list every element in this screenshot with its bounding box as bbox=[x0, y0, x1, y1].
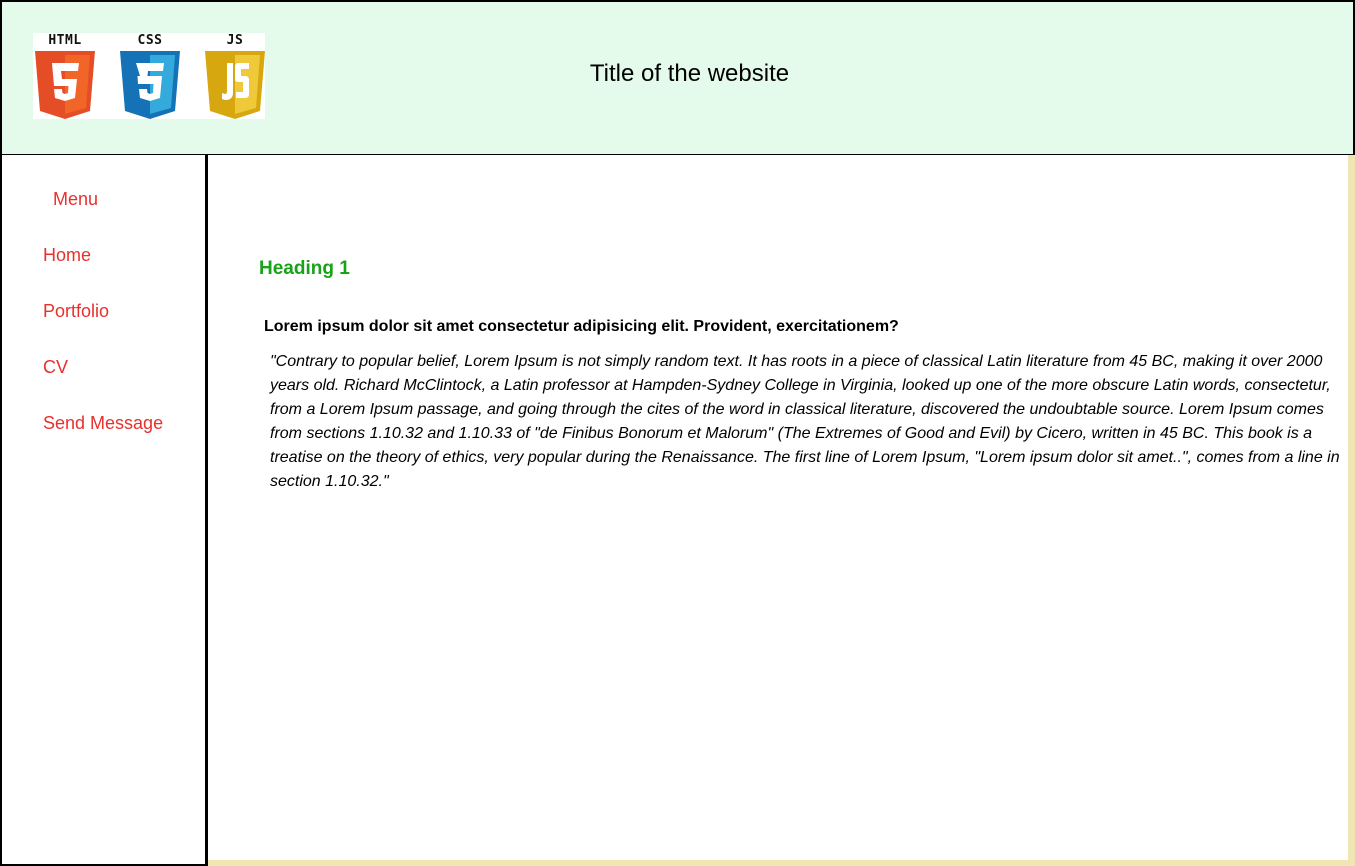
quote-paragraph: "Contrary to popular belief, Lorem Ipsum… bbox=[270, 353, 1340, 490]
site-title: Title of the website bbox=[589, 60, 790, 87]
nav-list: Home Portfolio CV Send Message bbox=[43, 245, 163, 469]
nav-item-cv[interactable]: CV bbox=[43, 357, 163, 413]
main-content: Heading 1 Lorem ipsum dolor sit amet con… bbox=[208, 155, 1355, 866]
subheading: Lorem ipsum dolor sit amet consectetur a… bbox=[264, 318, 899, 335]
heading-1: Heading 1 bbox=[259, 258, 350, 279]
menu-title: Menu bbox=[53, 189, 99, 209]
sidebar-nav: Menu Home Portfolio CV Send Message bbox=[0, 155, 208, 866]
js-logo-label: JS bbox=[226, 33, 244, 48]
nav-item-send-message[interactable]: Send Message bbox=[43, 413, 163, 469]
site-header: HTML CSS JS Title of the website bbox=[0, 0, 1355, 157]
css-logo-label: CSS bbox=[137, 33, 163, 48]
nav-item-portfolio[interactable]: Portfolio bbox=[43, 301, 163, 357]
html-logo-label: HTML bbox=[48, 33, 82, 48]
nav-item-home[interactable]: Home bbox=[43, 245, 163, 301]
